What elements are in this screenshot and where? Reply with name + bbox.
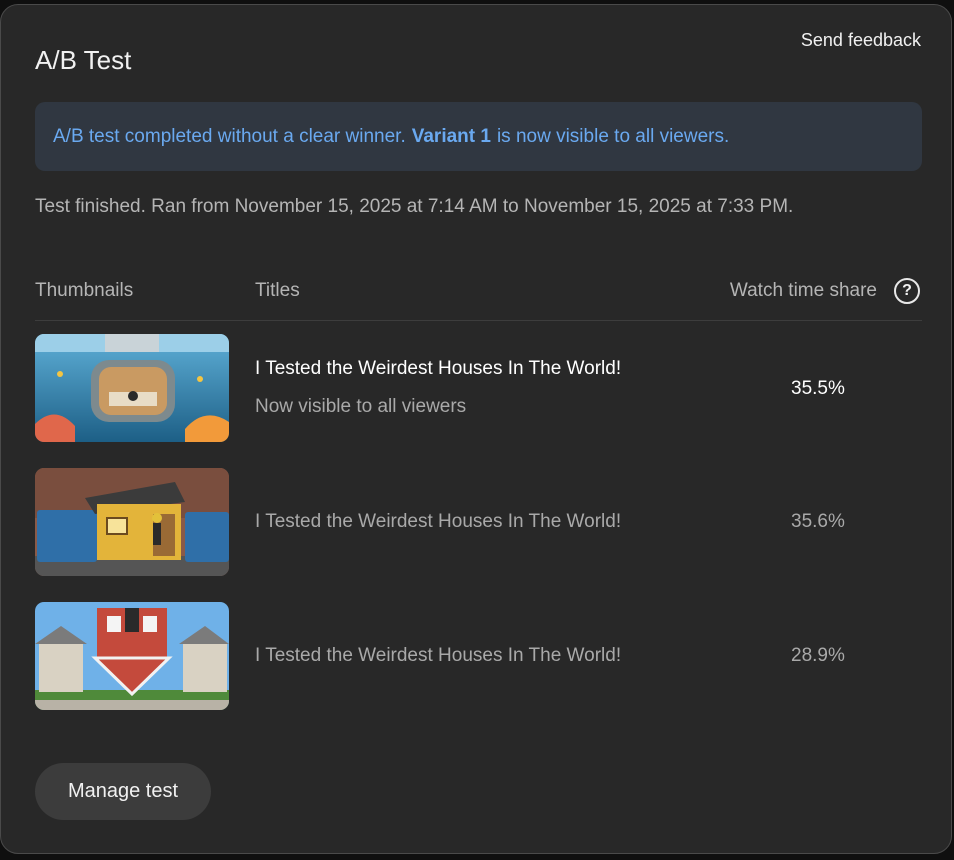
column-watch-time-share: Watch time share: [729, 280, 877, 301]
table-row: I Tested the Weirdest Houses In The Worl…: [35, 468, 922, 576]
thumbnail-upside-down-house: [35, 602, 229, 710]
column-titles: Titles: [255, 280, 300, 301]
watch-time-share: 35.5%: [791, 378, 845, 399]
ab-test-panel: A/B Test Send feedback A/B test complete…: [0, 4, 952, 854]
result-banner: A/B test completed without a clear winne…: [35, 102, 922, 171]
watch-time-share: 28.9%: [791, 645, 845, 666]
row-title: I Tested the Weirdest Houses In The Worl…: [255, 358, 622, 379]
table-row: I Tested the Weirdest Houses In The Worl…: [35, 602, 922, 710]
table-header: Thumbnails Titles Watch time share ?: [35, 275, 922, 321]
manage-test-button[interactable]: Manage test: [35, 763, 211, 820]
watch-time-share: 35.6%: [791, 511, 845, 532]
panel-title: A/B Test: [35, 45, 132, 75]
banner-text-before: A/B test completed without a clear winne…: [53, 125, 406, 147]
banner-text-after: is now visible to all viewers.: [496, 125, 730, 147]
banner-winner: Variant 1: [411, 125, 491, 147]
row-title: I Tested the Weirdest Houses In The Worl…: [255, 511, 622, 532]
help-circle-icon[interactable]: ?: [894, 278, 920, 304]
send-feedback-link[interactable]: Send feedback: [801, 30, 921, 51]
column-thumbnails: Thumbnails: [35, 280, 134, 301]
table-row: I Tested the Weirdest Houses In The Worl…: [35, 334, 922, 442]
row-subtitle: Now visible to all viewers: [255, 396, 467, 417]
thumbnail-dumpster-house: [35, 468, 229, 576]
thumbnail-underwater-bedroom: [35, 334, 229, 442]
row-title: I Tested the Weirdest Houses In The Worl…: [255, 645, 622, 666]
test-status: Test finished. Ran from November 15, 202…: [35, 196, 794, 217]
